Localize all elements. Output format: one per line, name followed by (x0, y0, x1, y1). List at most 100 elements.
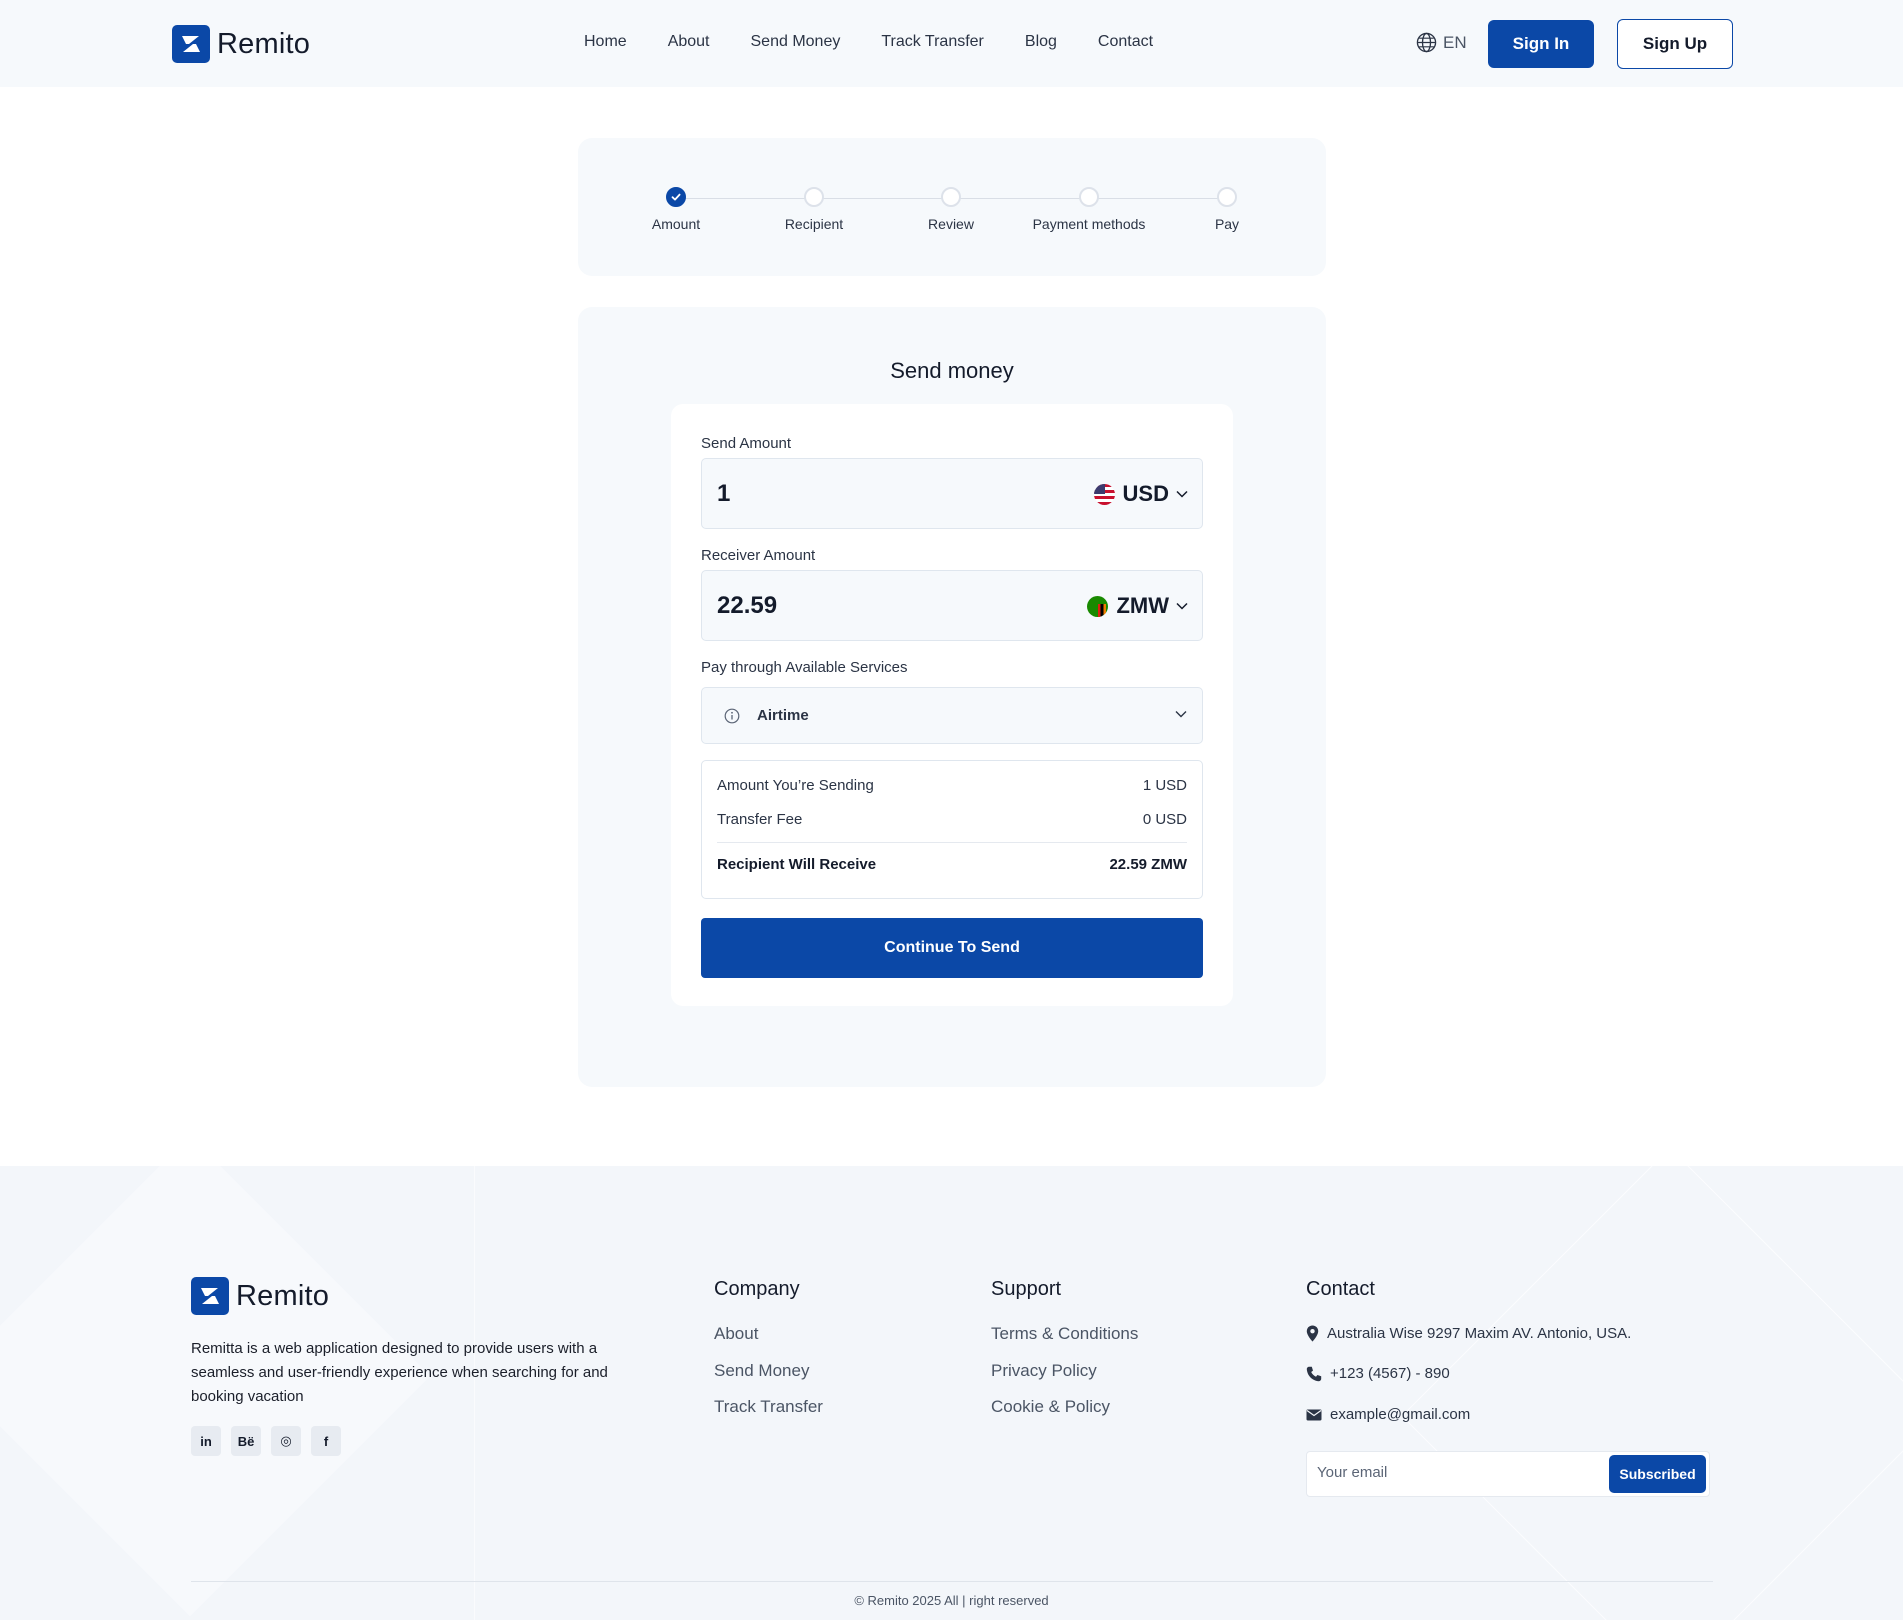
contact-email[interactable]: example@gmail.com (1306, 1406, 1470, 1423)
step-dot (804, 187, 824, 207)
send-amount-label: Send Amount (701, 435, 792, 452)
chevron-down-icon (1176, 602, 1188, 610)
footer-description: Remitta is a web application designed to… (191, 1340, 608, 1405)
footer-link-privacy[interactable]: Privacy Policy (991, 1361, 1097, 1381)
info-icon (724, 708, 740, 724)
logo-mark-icon (172, 25, 210, 63)
site-footer: Remito Remitta is a web application desi… (0, 1166, 1903, 1620)
language-selector[interactable]: EN (1416, 32, 1467, 53)
send-currency-select[interactable]: USD (1093, 481, 1188, 507)
transfer-summary: Amount You’re Sending 1 USD Transfer Fee… (701, 760, 1203, 899)
service-label: Pay through Available Services (701, 659, 908, 676)
main-nav: Home About Send Money Track Transfer Blo… (584, 33, 1194, 51)
footer-decoration (1401, 1166, 1903, 1620)
step-dot (941, 187, 961, 207)
summary-row-sending: Amount You’re Sending 1 USD (717, 777, 1187, 794)
contact-address: Australia Wise 9297 Maxim AV. Antonio, U… (1306, 1325, 1631, 1342)
footer-brand-name: Remito (236, 1279, 330, 1312)
footer-link-about[interactable]: About (714, 1324, 758, 1344)
facebook-icon[interactable]: f (311, 1426, 341, 1456)
newsletter-form: Subscribed (1306, 1451, 1710, 1497)
receiver-amount-value[interactable]: 22.59 (717, 592, 777, 620)
nav-blog[interactable]: Blog (1025, 33, 1057, 51)
language-code: EN (1443, 32, 1467, 52)
newsletter-email-input[interactable] (1317, 1464, 1597, 1481)
send-money-form: Send Amount 1 USD Receiver Amount 22.59 … (671, 404, 1233, 1006)
step-recipient[interactable]: Recipient (744, 187, 884, 232)
summary-sending-value: 1 USD (1142, 777, 1187, 794)
receiver-amount-field[interactable]: 22.59 ZMW (701, 570, 1203, 641)
summary-sending-label: Amount You’re Sending (717, 777, 874, 794)
summary-fee-value: 0 USD (1142, 811, 1187, 828)
send-money-title: Send money (890, 358, 1014, 383)
instagram-icon[interactable]: ◎ (271, 1426, 301, 1456)
summary-receive-value: 22.59 ZMW (1109, 856, 1187, 873)
step-amount[interactable]: Amount (606, 187, 746, 232)
globe-icon (1416, 32, 1437, 53)
chevron-down-icon (1176, 490, 1188, 498)
us-flag-icon (1093, 483, 1115, 505)
site-header: Remito Home About Send Money Track Trans… (0, 0, 1903, 87)
receiver-amount-label: Receiver Amount (701, 547, 816, 564)
continue-to-send-button[interactable]: Continue To Send (701, 918, 1203, 978)
receiver-currency-code: ZMW (1116, 593, 1169, 618)
contact-email-text: example@gmail.com (1330, 1406, 1471, 1423)
zambia-flag-icon (1087, 595, 1109, 617)
sign-up-button[interactable]: Sign Up (1617, 19, 1733, 69)
send-amount-field[interactable]: 1 USD (701, 458, 1203, 529)
nav-send-money[interactable]: Send Money (751, 33, 841, 51)
service-selected-value: Airtime (757, 707, 809, 724)
send-money-section: Send money Send Amount 1 USD Receiver Am… (578, 307, 1326, 1087)
linkedin-icon[interactable]: in (191, 1426, 221, 1456)
step-review[interactable]: Review (881, 187, 1021, 232)
social-links: in Bë ◎ f (191, 1426, 351, 1456)
step-dot (1079, 187, 1099, 207)
step-complete-check-icon (666, 187, 686, 207)
chevron-down-icon (1175, 711, 1187, 718)
footer-brand-logo[interactable]: Remito (191, 1277, 329, 1315)
step-pay[interactable]: Pay (1157, 187, 1297, 232)
step-label: Pay (1214, 216, 1240, 232)
footer-link-send-money[interactable]: Send Money (714, 1361, 809, 1381)
step-dot (1217, 187, 1237, 207)
step-label: Amount (651, 216, 701, 232)
footer-link-cookie[interactable]: Cookie & Policy (991, 1397, 1110, 1417)
nav-about[interactable]: About (668, 33, 710, 51)
contact-phone-text: +123 (4567) - 890 (1330, 1365, 1450, 1382)
summary-row-fee: Transfer Fee 0 USD (717, 811, 1187, 828)
envelope-icon (1306, 1409, 1322, 1420)
phone-icon (1306, 1366, 1322, 1381)
footer-contact-title: Contact (1306, 1278, 1375, 1300)
send-currency-code: USD (1122, 481, 1169, 506)
progress-stepper: Amount Recipient Review Payment methods … (578, 138, 1326, 276)
footer-link-track-transfer[interactable]: Track Transfer (714, 1397, 823, 1417)
summary-fee-label: Transfer Fee (717, 811, 803, 828)
send-amount-value[interactable]: 1 (717, 480, 730, 508)
brand-name: Remito (217, 27, 311, 60)
summary-row-receive: Recipient Will Receive 22.59 ZMW (717, 856, 1187, 873)
copyright-text: © Remito 2025 All | right reserved (854, 1593, 1049, 1608)
step-payment-methods[interactable]: Payment methods (1019, 187, 1159, 232)
footer-divider (191, 1581, 1713, 1582)
brand-logo[interactable]: Remito (172, 25, 310, 63)
step-label: Review (928, 216, 974, 232)
footer-link-terms[interactable]: Terms & Conditions (991, 1324, 1138, 1344)
nav-contact[interactable]: Contact (1098, 33, 1153, 51)
service-select[interactable]: Airtime (701, 687, 1203, 744)
contact-address-text: Australia Wise 9297 Maxim AV. Antonio, U… (1327, 1325, 1632, 1342)
receiver-currency-select[interactable]: ZMW (1087, 593, 1188, 619)
summary-divider (717, 842, 1187, 843)
step-label: Recipient (784, 216, 844, 232)
nav-home[interactable]: Home (584, 33, 627, 51)
footer-company-title: Company (714, 1278, 800, 1300)
behance-icon[interactable]: Bë (231, 1426, 261, 1456)
location-pin-icon (1306, 1325, 1319, 1342)
step-label: Payment methods (1032, 216, 1146, 232)
summary-receive-label: Recipient Will Receive (717, 856, 877, 873)
footer-support-title: Support (991, 1278, 1062, 1300)
subscribe-button[interactable]: Subscribed (1609, 1455, 1706, 1493)
contact-phone[interactable]: +123 (4567) - 890 (1306, 1365, 1450, 1382)
sign-in-button[interactable]: Sign In (1488, 20, 1594, 68)
logo-mark-icon (191, 1277, 229, 1315)
nav-track-transfer[interactable]: Track Transfer (881, 33, 984, 51)
